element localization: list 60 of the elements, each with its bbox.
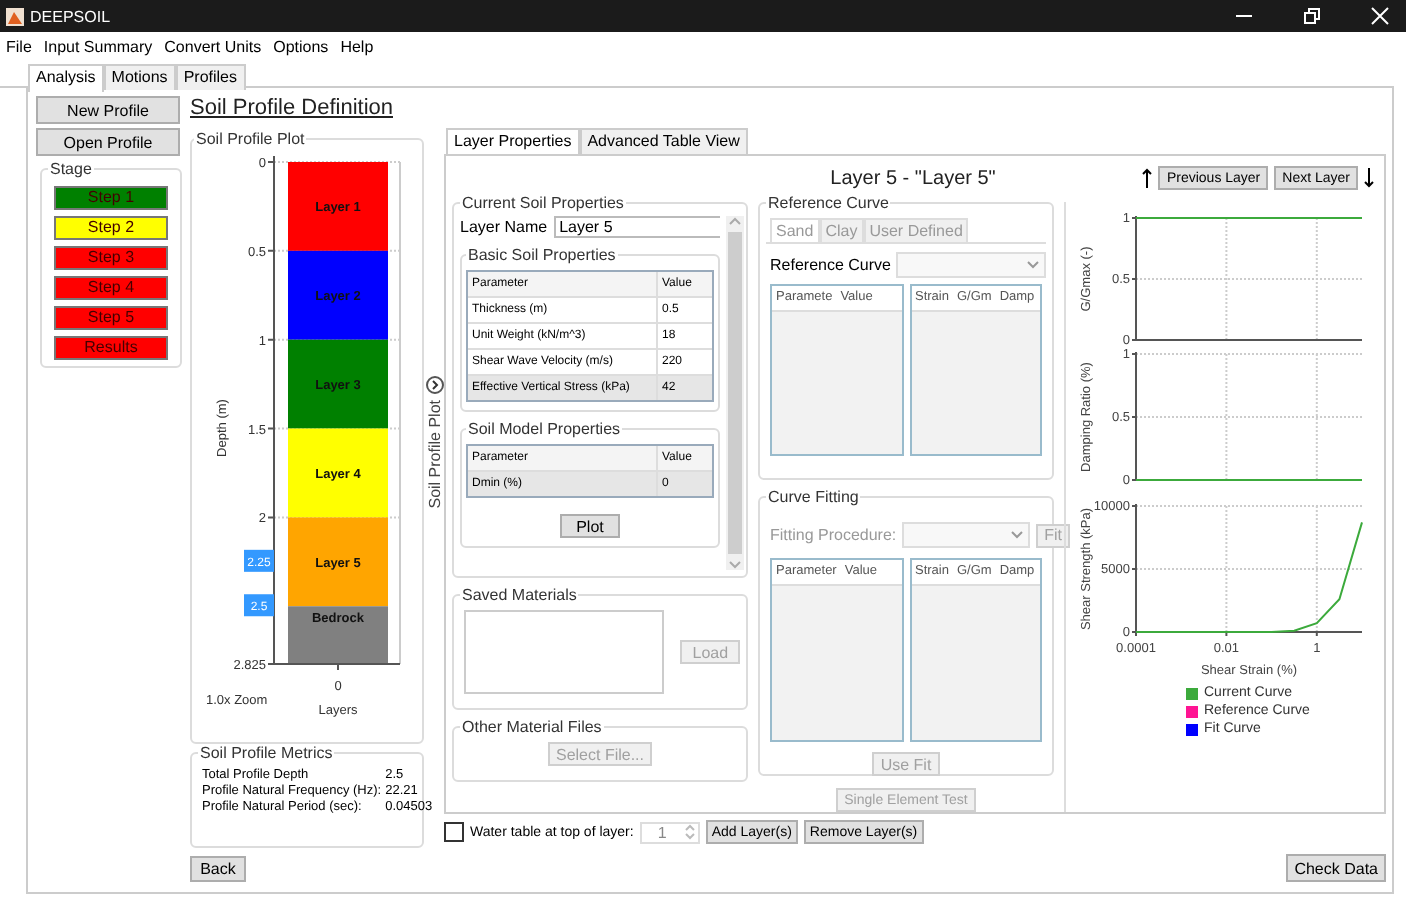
scroll-up-icon <box>728 216 742 228</box>
field-label: Reference Curve <box>770 256 891 274</box>
group-title: Reference Curve <box>766 194 891 212</box>
materials-list[interactable] <box>464 610 665 694</box>
close-icon[interactable] <box>1370 6 1390 26</box>
layer-name-field[interactable]: Layer 5 <box>553 216 720 238</box>
field-label: Fitting Procedure: <box>770 526 897 544</box>
group-title: Basic Soil Properties <box>466 246 618 264</box>
bedrock-segment[interactable] <box>288 606 388 664</box>
scroll-thumb[interactable] <box>728 232 742 554</box>
plot-button[interactable]: Plot <box>560 514 620 538</box>
check-data-button[interactable]: Check Data <box>1286 854 1386 882</box>
reference-curve-dropdown[interactable] <box>896 252 1046 278</box>
caret-icon <box>1026 260 1040 270</box>
caret-icon <box>1010 530 1025 540</box>
scrollbar[interactable] <box>726 216 744 570</box>
layer-segment[interactable] <box>288 162 388 251</box>
app-icon <box>6 7 24 25</box>
down-arrow-icon <box>1364 168 1375 188</box>
layer-segment[interactable] <box>288 428 388 518</box>
tab[interactable]: Layer Properties <box>446 128 580 156</box>
sidebar-button[interactable]: New Profile <box>36 96 180 124</box>
stage-step[interactable]: Results <box>54 336 168 360</box>
menu-item[interactable]: File <box>6 37 32 55</box>
page-heading: Soil Profile Definition <box>190 96 393 124</box>
spinner-icon <box>683 822 696 842</box>
back-button[interactable]: Back <box>190 855 246 881</box>
group-title: Stage <box>48 160 94 178</box>
group-title: Saved Materials <box>460 586 579 604</box>
group-title: Curve Fitting <box>766 488 861 506</box>
stage-step[interactable]: Step 4 <box>54 276 168 300</box>
up-arrow-icon <box>1142 168 1153 188</box>
restore-icon[interactable] <box>1302 6 1322 26</box>
fitting-dropdown[interactable] <box>902 522 1031 548</box>
layer-segment[interactable] <box>288 250 388 340</box>
sidebar-button[interactable]: Open Profile <box>36 128 180 156</box>
layer-segment[interactable] <box>288 339 388 429</box>
field-label: Layer Name <box>460 218 548 236</box>
tab[interactable]: Analysis <box>28 64 104 92</box>
tab[interactable]: Advanced Table View <box>579 128 748 154</box>
stage-step[interactable]: Step 5 <box>54 306 168 330</box>
group-title: Soil Profile Metrics <box>198 744 335 762</box>
group-title: Soil Profile Plot <box>194 130 307 148</box>
group-title: Soil Model Properties <box>466 420 623 438</box>
menu-item[interactable]: Convert Units <box>164 37 262 55</box>
stage-step[interactable]: Step 3 <box>54 246 168 270</box>
menu-item[interactable]: Input Summary <box>43 37 153 55</box>
menu-item[interactable]: Help <box>340 37 374 55</box>
layer-segment[interactable] <box>288 517 388 607</box>
group-title: Current Soil Properties <box>460 194 626 212</box>
group-title: Other Material Files <box>460 718 604 736</box>
stage-step[interactable]: Step 2 <box>54 216 168 240</box>
panel-label[interactable]: Soil Profile Plot <box>425 400 443 509</box>
tab[interactable]: Motions <box>103 64 176 90</box>
scroll-down-icon <box>728 558 742 570</box>
window-title: DEEPSOIL <box>30 7 111 25</box>
layer-title: Layer 5 - "Layer 5" <box>830 167 996 189</box>
tab[interactable]: Profiles <box>175 64 245 90</box>
chevron-icon[interactable] <box>425 376 443 394</box>
menu-item[interactable]: Options <box>273 37 329 55</box>
